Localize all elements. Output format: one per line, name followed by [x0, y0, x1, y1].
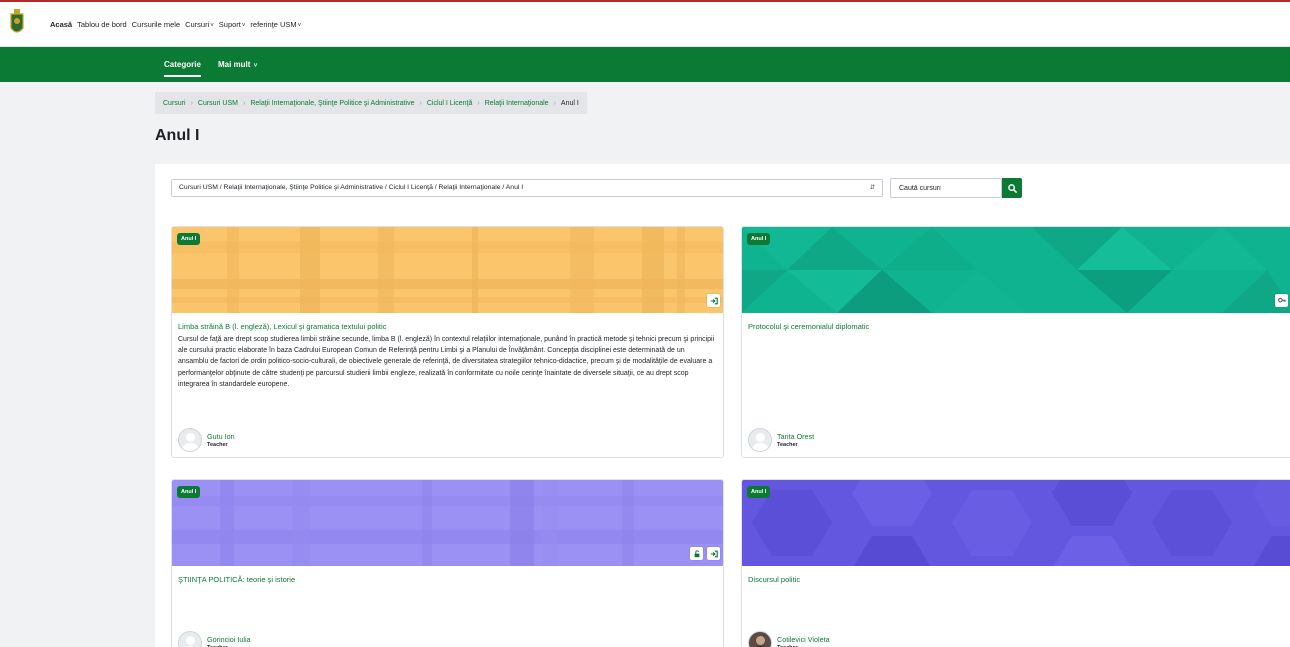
breadcrumb-faculty[interactable]: Relaţii Internaţionale, Ştiinţe Politice…: [250, 100, 414, 107]
teacher-name-link[interactable]: Cotilevici Violeta: [777, 635, 830, 644]
avatar[interactable]: [748, 631, 772, 647]
primary-nav: Acasă Tablou de bord Cursurile mele Curs…: [50, 20, 301, 29]
breadcrumb-separator: ›: [477, 99, 480, 107]
chevron-down-icon: ˅: [297, 23, 302, 29]
course-teacher: Gorincioi Iulia Teacher: [178, 630, 251, 647]
course-category-panel: Cursuri USM / Relaţii Internaţionale, Şt…: [155, 164, 1290, 647]
breadcrumb-current: Anul I: [560, 99, 579, 107]
nav-home-label: Acasă: [50, 20, 73, 29]
nav-support-dropdown[interactable]: Suport˅: [219, 20, 246, 29]
course-badge: Anul I: [747, 486, 771, 498]
select-arrows-icon: ⇵: [869, 185, 875, 191]
enrol-icon: [710, 297, 718, 304]
nav-home[interactable]: Acasă: [50, 20, 72, 29]
nav-my-courses[interactable]: Cursurile mele: [132, 20, 180, 29]
page-title: Anul I: [155, 127, 200, 144]
enrol-button[interactable]: [707, 547, 720, 560]
course-teacher: Gutu Ion Teacher: [178, 427, 235, 453]
unlock-icon: [694, 549, 699, 557]
breadcrumb: Cursuri › Cursuri USM › Relaţii Internaţ…: [155, 92, 587, 114]
course-badge: Anul I: [177, 486, 201, 498]
breadcrumb-separator: ›: [242, 99, 246, 107]
course-title-link[interactable]: Protocolul şi ceremonialul diplomatic: [748, 322, 869, 331]
self-enrol-unlocked-button[interactable]: [690, 547, 703, 560]
breadcrumb-usm-courses[interactable]: Cursuri USM: [198, 100, 238, 107]
enrol-button[interactable]: [707, 294, 720, 307]
category-select[interactable]: Cursuri USM / Relaţii Internaţionale, Şt…: [171, 179, 883, 197]
course-card: Anul I Discursul politic Cotilevici Viol…: [741, 479, 1290, 647]
breadcrumb-courses[interactable]: Cursuri: [163, 100, 186, 107]
breadcrumb-program[interactable]: Relaţii Internaţionale: [485, 100, 549, 107]
teacher-name-link[interactable]: Gutu Ion: [207, 432, 235, 441]
nav-dashboard-label: Tablou de bord: [77, 20, 127, 29]
course-title-link[interactable]: Discursul politic: [748, 575, 800, 584]
secondary-navbar: Categorie Mai mult ˅: [0, 47, 1290, 82]
avatar[interactable]: [178, 631, 202, 647]
course-image[interactable]: [172, 227, 723, 313]
course-title-link[interactable]: ŞTIINŢA POLITICĂ: teorie şi istorie: [178, 575, 295, 584]
course-teacher: Tarita Orest Teacher: [748, 427, 814, 453]
top-navbar: Acasă Tablou de bord Cursurile mele Curs…: [0, 0, 1290, 47]
plaid-pattern-image: [172, 480, 723, 566]
teacher-name-link[interactable]: Gorincioi Iulia: [207, 635, 251, 644]
nav-support-label: Suport: [218, 20, 241, 29]
chevron-down-icon: ˅: [241, 23, 246, 29]
nav-courses-dropdown[interactable]: Cursuri˅: [185, 20, 214, 29]
course-search-input[interactable]: [890, 178, 1002, 198]
tab-more-dropdown[interactable]: Mai mult ˅: [218, 60, 257, 69]
course-summary: Cursul de faţă are drept scop studierea …: [178, 336, 715, 388]
breadcrumb-separator: ›: [553, 99, 556, 107]
teacher-role: Teacher: [777, 442, 798, 448]
nav-dashboard[interactable]: Tablou de bord: [77, 20, 127, 29]
guest-access-button[interactable]: [1275, 294, 1288, 307]
triangle-pattern-image: [742, 227, 1290, 313]
course-teacher: Cotilevici Violeta Teacher: [748, 630, 830, 647]
avatar[interactable]: [748, 428, 772, 452]
breadcrumb-cycle[interactable]: Ciclul I Licenţă: [427, 100, 473, 107]
chevron-down-icon: ˅: [210, 23, 214, 29]
nav-references-label: referinţe USM: [250, 20, 297, 29]
avatar[interactable]: [178, 428, 202, 452]
tab-category[interactable]: Categorie: [164, 60, 201, 77]
nav-courses-label: Cursuri: [185, 20, 210, 29]
course-card: Anul I Limba străină B (l. engleză), Lex…: [171, 226, 724, 458]
teacher-role: Teacher: [207, 442, 228, 448]
course-badge: Anul I: [177, 233, 201, 245]
coat-of-arms-logo[interactable]: [8, 8, 26, 38]
course-search-button[interactable]: [1002, 178, 1022, 198]
breadcrumb-separator: ›: [190, 99, 193, 107]
guest-key-icon: [1277, 297, 1286, 302]
course-badge: Anul I: [747, 233, 771, 245]
breadcrumb-separator: ›: [419, 99, 422, 107]
hexagon-pattern-image: [742, 480, 1290, 566]
nav-references-dropdown[interactable]: referinţe USM˅: [250, 20, 301, 29]
nav-my-courses-label: Cursurile mele: [131, 20, 181, 29]
course-image[interactable]: [172, 480, 723, 566]
course-title-link[interactable]: Limba străină B (l. engleză), Lexicul şi…: [178, 322, 386, 331]
plaid-pattern-image: [172, 227, 723, 313]
course-card: Anul I Protocolul şi ceremonialul diplom…: [741, 226, 1290, 458]
chevron-down-icon: ˅: [253, 63, 258, 69]
course-card: Anul I ŞTIINŢA POLITICĂ: teorie şi istor…: [171, 479, 724, 647]
enrol-icon: [710, 550, 718, 557]
course-image[interactable]: [742, 227, 1290, 313]
category-select-value: Cursuri USM / Relaţii Internaţionale, Şt…: [179, 184, 524, 191]
course-image[interactable]: [742, 480, 1290, 566]
search-icon: [1007, 183, 1017, 193]
tab-more-label: Mai mult: [218, 60, 251, 69]
teacher-name-link[interactable]: Tarita Orest: [777, 432, 814, 441]
